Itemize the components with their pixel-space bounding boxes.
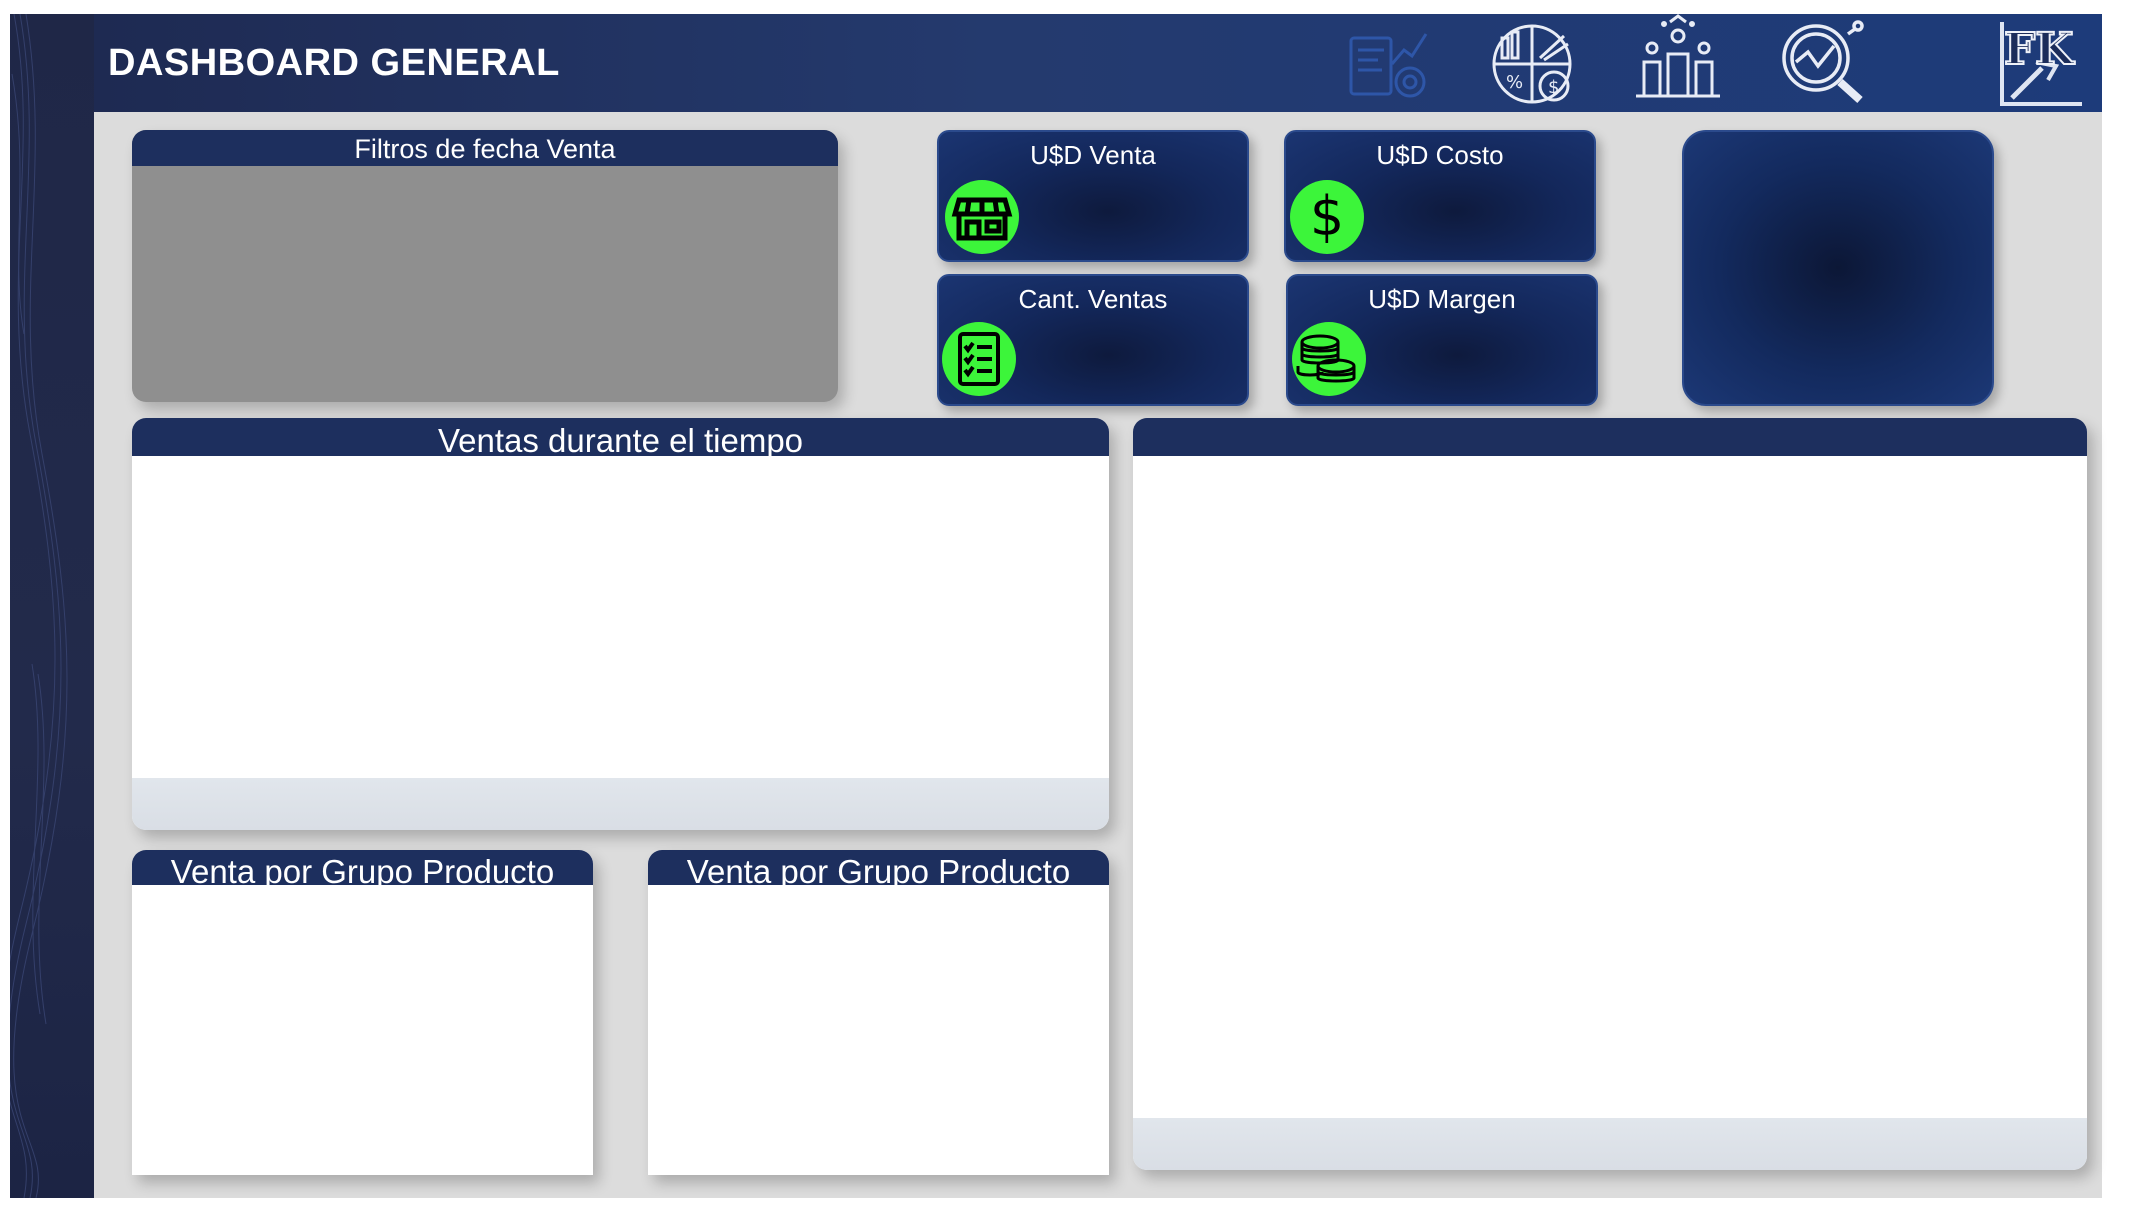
coins-stack-icon: [1292, 322, 1366, 396]
kpi-label: U$D Costo: [1376, 140, 1504, 170]
right-detail-footer: [1133, 1118, 2087, 1170]
kpi-label: Cant. Ventas: [1018, 284, 1168, 314]
kpi-card-usd-costo[interactable]: U$D Costo $: [1284, 130, 1596, 262]
group-sales-panel-left[interactable]: Venta por Grupo Producto: [132, 850, 593, 1175]
storefront-icon: [945, 180, 1019, 254]
group-sales-panel-right[interactable]: Venta por Grupo Producto: [648, 850, 1109, 1175]
sales-over-time-title: Ventas durante el tiempo: [132, 418, 1109, 456]
date-filter-panel[interactable]: Filtros de fecha Venta: [132, 130, 838, 402]
kpi-card-usd-margen[interactable]: U$D Margen: [1286, 274, 1598, 406]
dashboard-canvas: DASHBOARD GENERAL % $ FK Filtros de fech…: [0, 0, 2129, 1217]
company-logo: FK: [2000, 22, 2082, 106]
team-growth-icon[interactable]: [1634, 14, 1722, 100]
checklist-icon: [942, 322, 1016, 396]
highlight-card[interactable]: [1682, 130, 1994, 406]
svg-text:FK: FK: [2004, 24, 2075, 75]
rail-wave-decoration: [10, 14, 68, 1198]
date-filter-title: Filtros de fecha Venta: [132, 130, 838, 166]
pie-finance-icon[interactable]: % $: [1490, 18, 1578, 106]
dollar-sign-icon: $: [1290, 180, 1364, 254]
left-rail: [10, 14, 94, 1198]
analytics-search-icon[interactable]: [1778, 16, 1868, 104]
group-sales-title-right: Venta por Grupo Producto: [648, 850, 1109, 885]
svg-text:%: %: [1506, 72, 1523, 93]
svg-text:$: $: [1310, 185, 1344, 248]
report-chart-icon[interactable]: [1348, 20, 1434, 104]
kpi-label: U$D Venta: [1030, 140, 1156, 170]
right-detail-panel[interactable]: [1133, 418, 2087, 1170]
kpi-card-usd-venta[interactable]: U$D Venta: [937, 130, 1249, 262]
sales-over-time-footer: [132, 778, 1109, 830]
sales-over-time-panel[interactable]: Ventas durante el tiempo: [132, 418, 1109, 830]
kpi-card-cant-ventas[interactable]: Cant. Ventas: [937, 274, 1249, 406]
group-sales-title-left: Venta por Grupo Producto: [132, 850, 593, 885]
right-detail-title: [1133, 418, 2087, 456]
kpi-label: U$D Margen: [1368, 284, 1516, 314]
svg-text:$: $: [1548, 77, 1559, 98]
page-title: DASHBOARD GENERAL: [108, 42, 560, 84]
